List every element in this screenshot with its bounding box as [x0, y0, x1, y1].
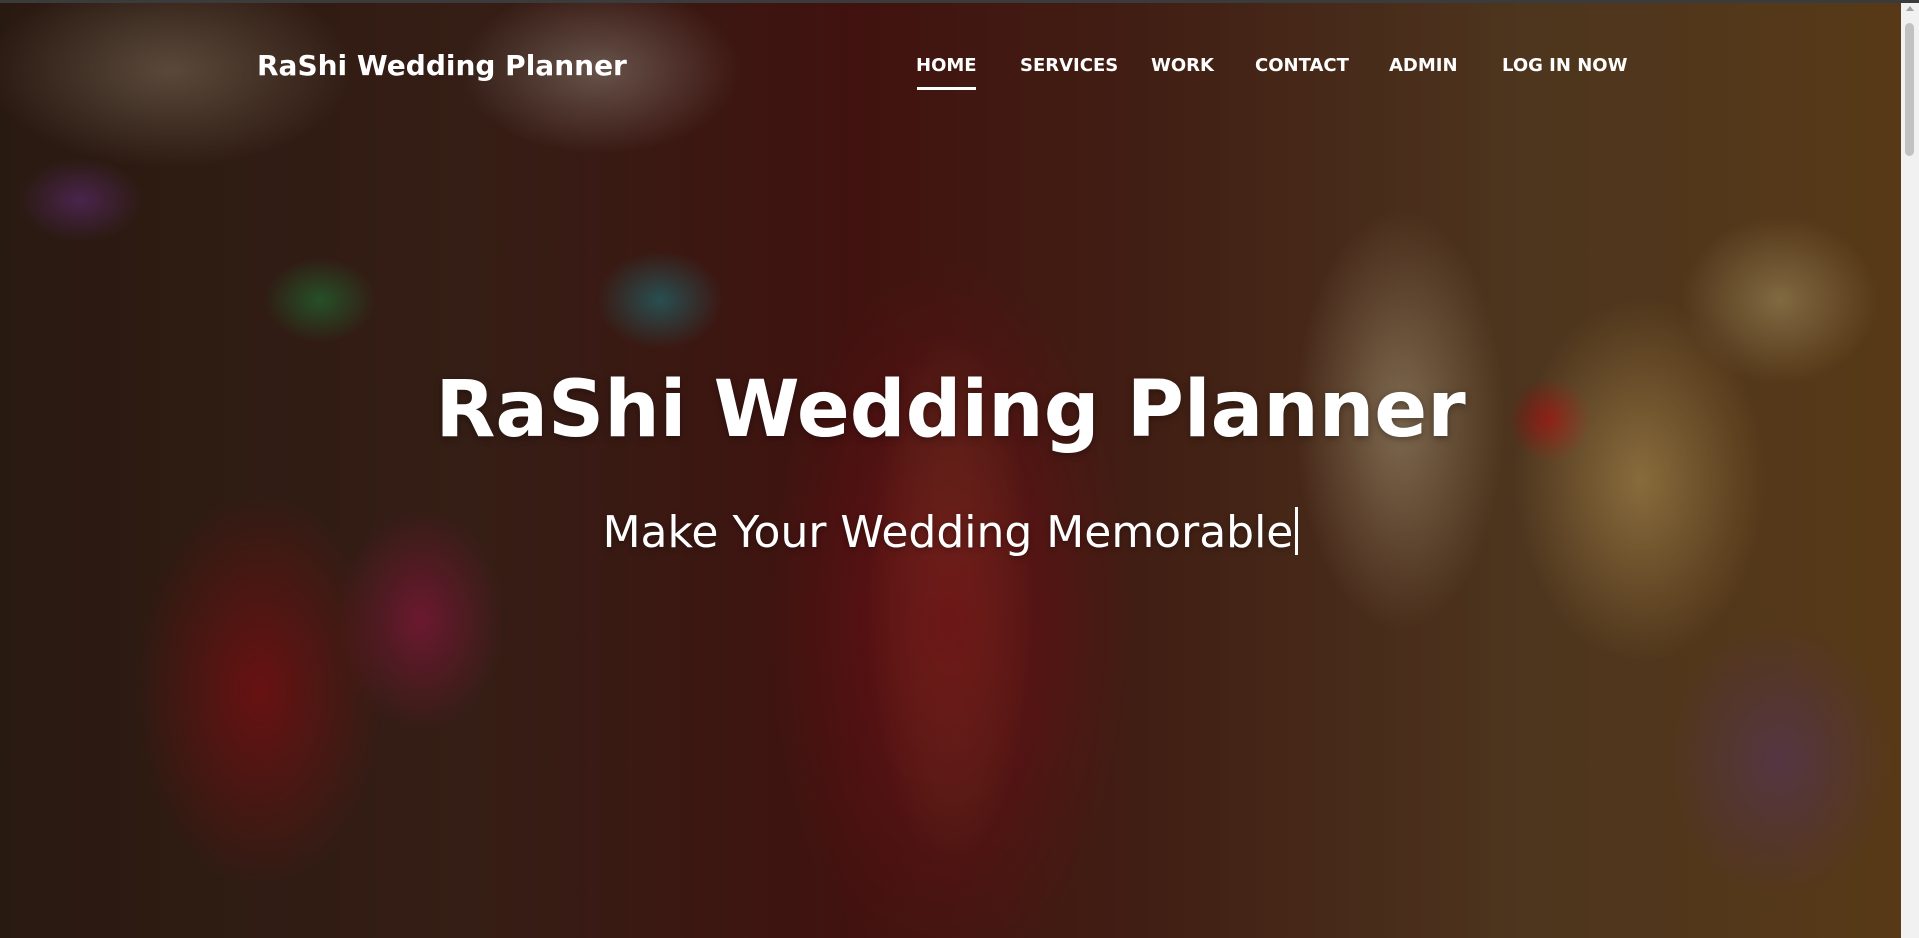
nav-link-services[interactable]: SERVICES: [1020, 55, 1118, 76]
nav-link-login[interactable]: LOG IN NOW: [1502, 55, 1627, 76]
nav-link-home[interactable]: HOME: [916, 55, 977, 90]
hero-title: RaShi Wedding Planner: [435, 365, 1466, 455]
typing-cursor: [1295, 507, 1299, 555]
hero-subtitle-wrapper: Make Your Wedding Memorable: [0, 505, 1901, 561]
nav-link-contact[interactable]: CONTACT: [1255, 55, 1349, 76]
nav-link-work[interactable]: WORK: [1151, 55, 1214, 76]
hero-section: RaShi Wedding Planner Make Your Wedding …: [0, 0, 1901, 938]
scrollbar-thumb[interactable]: [1905, 23, 1914, 156]
page-viewport: RaShi Wedding Planner HOME SERVICES WORK…: [0, 0, 1919, 938]
nav-link-admin[interactable]: ADMIN: [1389, 55, 1458, 76]
window-top-border: [0, 0, 1919, 3]
vertical-scrollbar[interactable]: [1901, 0, 1919, 938]
top-navbar: RaShi Wedding Planner HOME SERVICES WORK…: [0, 3, 1901, 133]
scroll-up-arrow-icon[interactable]: [1906, 6, 1914, 11]
hero-subtitle-typed-text: Make Your Wedding Memorable: [602, 507, 1294, 558]
brand-logo-link[interactable]: RaShi Wedding Planner: [257, 49, 627, 82]
